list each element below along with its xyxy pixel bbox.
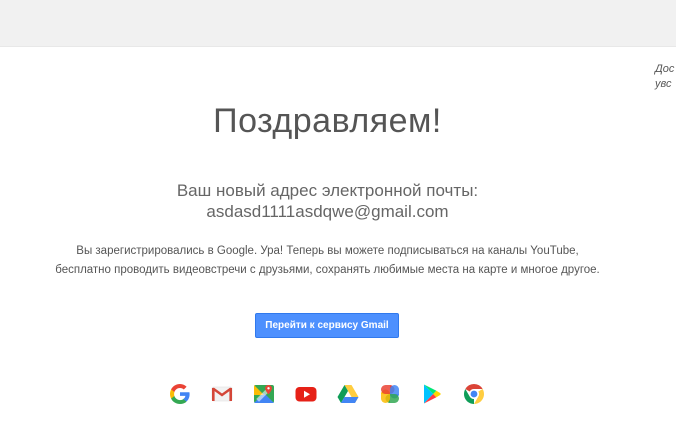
- side-note-line-1: Дос: [655, 63, 675, 75]
- drive-icon[interactable]: [336, 382, 360, 406]
- side-note: Дос увс: [655, 62, 674, 92]
- go-to-gmail-button[interactable]: Перейти к сервису Gmail: [255, 313, 399, 338]
- page-title: Поздравляем!: [213, 102, 442, 140]
- side-note-line-2: увс: [655, 78, 672, 90]
- google-icon[interactable]: [168, 382, 192, 406]
- description-line-1: Вы зарегистрировались в Google. Ура! Теп…: [76, 245, 579, 257]
- maps-icon[interactable]: [252, 382, 276, 406]
- play-store-icon[interactable]: [420, 382, 444, 406]
- email-address: asdasd1111asdqwe@gmail.com: [206, 202, 449, 221]
- email-info: Ваш новый адрес электронной почты: asdas…: [0, 180, 655, 222]
- description-line-2: бесплатно проводить видеовстречи с друзь…: [55, 264, 600, 276]
- gmail-icon[interactable]: [210, 382, 234, 406]
- chrome-icon[interactable]: [462, 382, 486, 406]
- email-caption: Ваш новый адрес электронной почты:: [176, 181, 479, 200]
- photos-icon[interactable]: [378, 382, 402, 406]
- description: Вы зарегистрировались в Google. Ура! Теп…: [0, 242, 655, 280]
- top-bar: [0, 0, 676, 47]
- app-icons-row: [168, 382, 486, 406]
- youtube-icon[interactable]: [294, 382, 318, 406]
